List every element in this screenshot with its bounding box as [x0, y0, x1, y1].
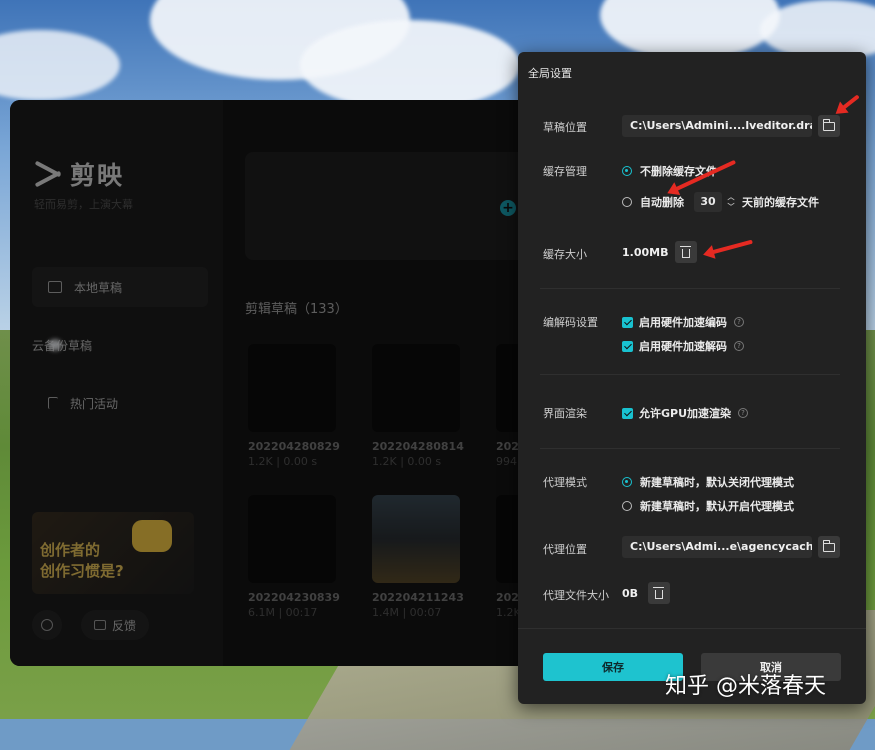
draft-location-field[interactable]: C:\Users\Admini....lveditor.draft — [622, 115, 812, 137]
proxy-size-value: 0B — [622, 587, 639, 600]
help-icon[interactable]: ? — [734, 341, 744, 351]
cloud — [300, 20, 520, 110]
checkbox[interactable] — [622, 340, 633, 352]
global-settings-dialog: 全局设置 草稿位置 C:\Users\Admini....lveditor.dr… — [518, 52, 866, 704]
checkbox[interactable] — [622, 407, 633, 419]
proxy-location-browse-button[interactable] — [818, 536, 840, 558]
hw-decode-checkbox[interactable]: 启用硬件加速解码 ? — [622, 338, 744, 354]
proxy-location-label: 代理位置 — [543, 543, 587, 556]
radio-button[interactable] — [622, 501, 632, 511]
hw-encode-checkbox[interactable]: 启用硬件加速编码 ? — [622, 314, 744, 330]
folder-icon — [822, 539, 835, 552]
help-icon[interactable]: ? — [734, 317, 744, 327]
folder-icon — [822, 118, 835, 131]
divider — [540, 374, 840, 375]
codec-settings-label: 编解码设置 — [543, 316, 598, 329]
cache-size-label: 缓存大小 — [543, 248, 587, 261]
cache-option-auto-delete[interactable]: 自动删除 30 ︿ ﹀ 天前的缓存文件 — [622, 192, 819, 212]
help-icon[interactable]: ? — [738, 408, 749, 418]
days-stepper[interactable]: ︿ ﹀ — [726, 192, 736, 212]
clear-proxy-button[interactable] — [648, 582, 670, 604]
proxy-option-on[interactable]: 新建草稿时，默认开启代理模式 — [622, 498, 794, 514]
checkbox[interactable] — [622, 316, 633, 328]
days-input[interactable]: 30 — [694, 192, 722, 212]
draft-location-browse-button[interactable] — [818, 115, 840, 137]
save-button[interactable]: 保存 — [543, 653, 683, 681]
trash-icon — [653, 586, 664, 599]
proxy-size-label: 代理文件大小 — [543, 589, 609, 602]
proxy-option-off[interactable]: 新建草稿时，默认关闭代理模式 — [622, 474, 794, 490]
radio-button[interactable] — [622, 477, 632, 487]
radio-button[interactable] — [622, 197, 632, 207]
proxy-location-field[interactable]: C:\Users\Admi...e\agencycache — [622, 536, 812, 558]
cache-management-label: 缓存管理 — [543, 165, 587, 178]
cache-size-value: 1.00MB — [622, 246, 669, 259]
divider — [518, 628, 866, 629]
draft-location-label: 草稿位置 — [543, 121, 587, 134]
divider — [540, 288, 840, 289]
gpu-render-checkbox[interactable]: 允许GPU加速渲染 ? — [622, 405, 749, 421]
clear-cache-button[interactable] — [675, 241, 697, 263]
divider — [540, 448, 840, 449]
dialog-title: 全局设置 — [528, 67, 572, 80]
ui-render-label: 界面渲染 — [543, 407, 587, 420]
radio-button[interactable] — [622, 166, 632, 176]
watermark: 知乎 @米落春天 — [665, 674, 826, 699]
proxy-mode-label: 代理模式 — [543, 476, 587, 489]
trash-icon — [680, 245, 691, 258]
